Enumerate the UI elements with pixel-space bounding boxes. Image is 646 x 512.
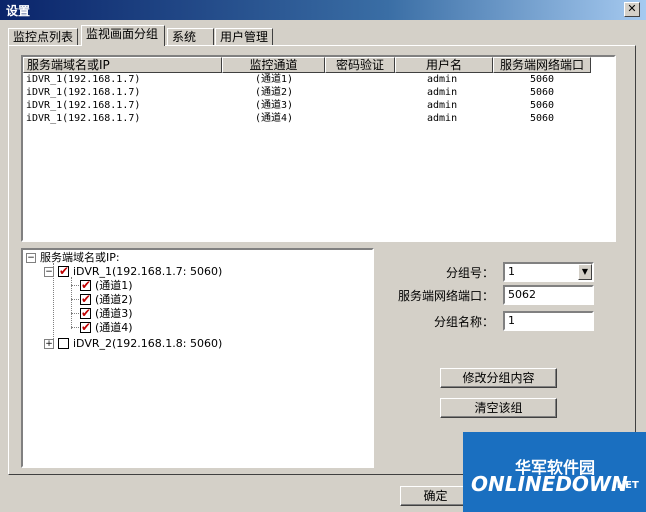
chevron-down-icon[interactable]: ▼ [578,264,592,280]
port-input[interactable]: 5062 [503,285,594,305]
watermark-text-net: .NET [613,480,639,491]
table-row[interactable]: iDVR_1(192.168.1.7) (通道3) admin 5060 [23,99,614,112]
expand-icon[interactable]: + [44,339,54,349]
collapse-icon[interactable]: − [26,253,36,263]
onlinedown-watermark: 华军软件园 ONLINEDOWN .NET [463,432,646,512]
checkbox-channel-4[interactable] [80,320,91,334]
list-header: 服务端域名或IP 监控通道 密码验证 用户名 服务端网络端口 [23,57,614,73]
tree-node-dvr1[interactable]: iDVR_1(192.168.1.7: 5060) [73,265,222,278]
table-row[interactable]: iDVR_1(192.168.1.7) (通道4) admin 5060 [23,112,614,125]
cell-channel: (通道2) [255,87,294,98]
tree-node-channel-3[interactable]: (通道3) [95,307,133,320]
tree-node-channel-4[interactable]: (通道4) [95,321,133,334]
cell-port: 5060 [530,113,555,124]
server-tree[interactable]: − 服务端域名或IP: − iDVR_1(192.168.1.7: 5060) … [21,248,374,468]
group-name-value: 1 [508,314,515,327]
tab-system[interactable]: 系统 [167,28,214,45]
cell-channel: (通道4) [255,113,294,124]
cell-port: 5060 [530,87,555,98]
modify-group-button[interactable]: 修改分组内容 [440,368,557,388]
tab-user-management[interactable]: 用户管理 [215,28,273,45]
tab-monitor-screen-group[interactable]: 监视画面分组 [81,25,165,46]
table-row[interactable]: iDVR_1(192.168.1.7) (通道2) admin 5060 [23,86,614,99]
checkbox-channel-2[interactable] [80,292,91,306]
title-bar: 设置 ✕ [0,0,646,20]
cell-username: admin [427,100,458,111]
cell-host: iDVR_1(192.168.1.7) [26,113,141,124]
checkbox-dvr1[interactable] [58,264,69,278]
tree-node-channel-1[interactable]: (通道1) [95,279,133,292]
cell-channel: (通道1) [255,74,294,85]
port-value: 5062 [508,288,536,301]
group-no-value: 1 [508,265,515,278]
tree-node-dvr2[interactable]: iDVR_2(192.168.1.8: 5060) [73,337,222,350]
cell-host: iDVR_1(192.168.1.7) [26,100,141,111]
col-header-password[interactable]: 密码验证 [325,57,395,73]
cell-port: 5060 [530,100,555,111]
clear-group-button[interactable]: 清空该组 [440,398,557,418]
watermark-text-en: ONLINEDOWN [471,472,628,496]
cell-username: admin [427,113,458,124]
group-no-label: 分组号： [445,266,494,280]
ok-button[interactable]: 确定 [400,486,471,506]
cell-username: admin [427,87,458,98]
cell-port: 5060 [530,74,555,85]
group-name-label: 分组名称： [433,315,494,329]
port-label: 服务端网络端口： [397,289,494,303]
checkbox-channel-3[interactable] [80,306,91,320]
col-header-channel[interactable]: 监控通道 [222,57,325,73]
tree-root-label[interactable]: 服务端域名或IP: [40,251,120,264]
cell-channel: (通道3) [255,100,294,111]
cell-username: admin [427,74,458,85]
table-row[interactable]: iDVR_1(192.168.1.7) (通道1) admin 5060 [23,73,614,86]
tab-monitor-point-list[interactable]: 监控点列表 [8,28,78,45]
col-header-port[interactable]: 服务端网络端口 [493,57,591,73]
col-header-host[interactable]: 服务端域名或IP [23,57,222,73]
group-name-input[interactable]: 1 [503,311,594,331]
close-button[interactable]: ✕ [624,2,640,17]
group-no-select[interactable]: 1 ▼ [503,262,594,282]
checkbox-channel-1[interactable] [80,278,91,292]
group-channel-list[interactable]: 服务端域名或IP 监控通道 密码验证 用户名 服务端网络端口 iDVR_1(19… [21,55,616,242]
checkbox-dvr2[interactable] [58,338,69,349]
cell-host: iDVR_1(192.168.1.7) [26,87,141,98]
col-header-username[interactable]: 用户名 [395,57,493,73]
window-title: 设置 [6,4,31,18]
collapse-icon[interactable]: − [44,267,54,277]
tree-node-channel-2[interactable]: (通道2) [95,293,133,306]
cell-host: iDVR_1(192.168.1.7) [26,74,141,85]
